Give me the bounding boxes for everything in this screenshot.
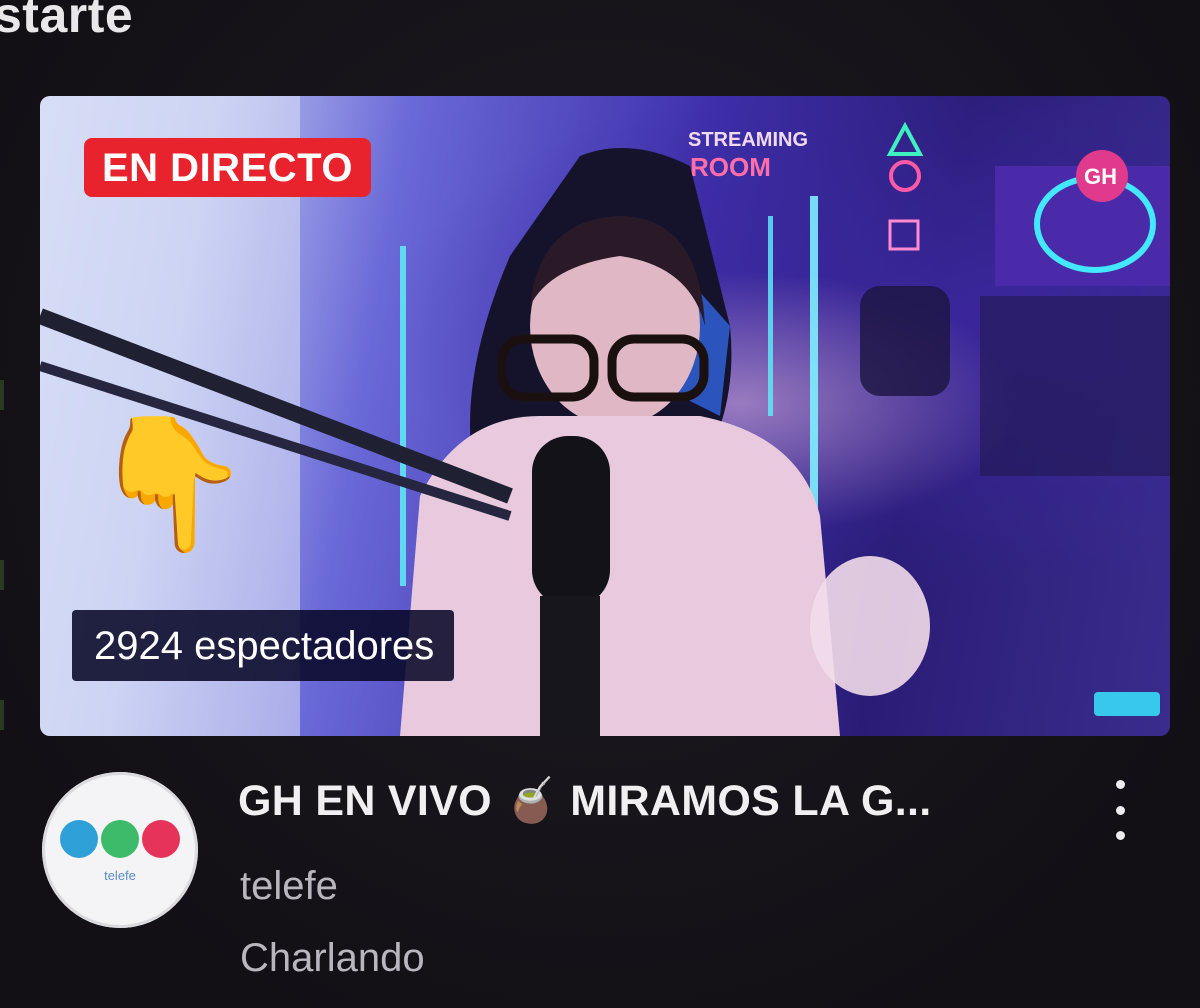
- channel-avatar[interactable]: telefe: [42, 772, 198, 928]
- stream-card[interactable]: STREAMING ROOM GH EN DIRECTO 👇 2924 espe…: [40, 96, 1170, 736]
- stream-meta: telefe GH EN VIVO 🧉 MIRAMOS LA G... tele…: [40, 768, 1170, 998]
- avatar-brand-text: telefe: [104, 868, 136, 883]
- avatar-dot-blue: [60, 820, 98, 858]
- menu-dot: [1115, 805, 1125, 815]
- edge-mark: [0, 380, 4, 410]
- avatar-dot-red: [142, 820, 180, 858]
- pointing-down-emoji: 👇: [90, 410, 252, 556]
- menu-dot: [1115, 831, 1125, 840]
- more-vert-icon[interactable]: [1102, 780, 1138, 840]
- stream-title[interactable]: GH EN VIVO 🧉 MIRAMOS LA G...: [238, 776, 1098, 826]
- stream-category[interactable]: Charlando: [240, 936, 425, 981]
- menu-dot: [1115, 780, 1125, 789]
- live-badge: EN DIRECTO: [84, 138, 371, 197]
- svg-text:GH: GH: [1084, 164, 1117, 189]
- edge-mark: [0, 560, 4, 590]
- edge-mark: [0, 700, 4, 730]
- avatar-dot-green: [101, 820, 139, 858]
- channel-name[interactable]: telefe: [240, 864, 338, 909]
- svg-text:STREAMING: STREAMING: [688, 129, 808, 151]
- stream-thumbnail[interactable]: STREAMING ROOM GH EN DIRECTO 👇 2924 espe…: [40, 96, 1170, 736]
- overlay-chip: [1094, 692, 1160, 716]
- svg-text:ROOM: ROOM: [690, 152, 771, 182]
- viewer-count: 2924 espectadores: [72, 610, 455, 681]
- section-title: starte: [0, 0, 134, 43]
- screen: starte STREAMING ROOM GH EN DIRECTO 👇 29…: [0, 0, 1200, 1008]
